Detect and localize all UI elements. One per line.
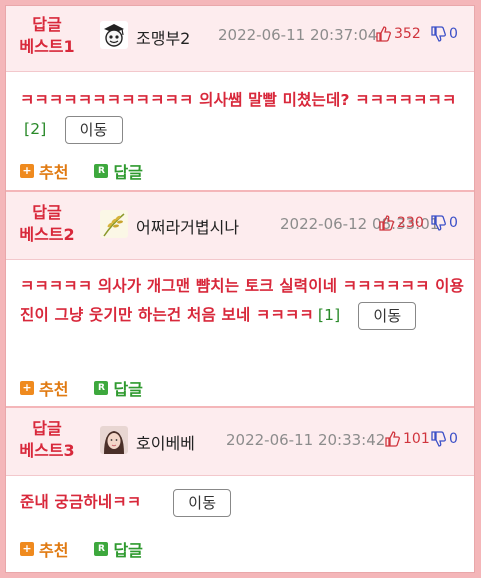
comment-actions: + 추천 R 답글 <box>20 376 143 400</box>
comment-body: ㅋㅋㅋㅋㅋ 의사가 개그맨 뺨치는 토크 실력이네 ㅋㅋㅋㅋㅋㅋ 이용진이 그냥… <box>20 272 470 330</box>
comment-text: ㅋㅋㅋㅋㅋㅋㅋㅋㅋㅋㅋㅋ 의사쌤 말빨 미쳤는데? ㅋㅋㅋㅋㅋㅋㅋ <box>20 91 457 109</box>
comment-actions: + 추천 R 답글 <box>20 159 143 183</box>
plus-icon: + <box>20 381 34 395</box>
author-nickname[interactable]: 조맹부2 <box>136 25 190 49</box>
comment-date: 2022-06-11 20:37:04 <box>218 26 378 44</box>
reply-r-icon: R <box>94 164 109 178</box>
dislike-count[interactable]: 0 <box>430 431 458 447</box>
profile-photo-icon[interactable] <box>100 426 128 454</box>
move-button[interactable]: 이동 <box>358 301 417 330</box>
plus-icon: + <box>20 542 34 556</box>
move-button[interactable]: 이동 <box>173 488 232 517</box>
comment-header: 답글 베스트3 호이베베 2022-06-11 20:33:42 101 0 <box>6 408 474 476</box>
reply-r-icon: R <box>94 542 109 556</box>
reply-count: [1] <box>317 306 341 324</box>
thumbs-up-icon <box>379 215 394 231</box>
dislike-count[interactable]: 0 <box>430 26 458 42</box>
plus-icon: + <box>20 164 34 178</box>
reply-button[interactable]: R 답글 <box>94 159 143 183</box>
reply-button[interactable]: R 답글 <box>94 376 143 400</box>
like-count[interactable]: 352 <box>375 26 421 42</box>
comment-body: ㅋㅋㅋㅋㅋㅋㅋㅋㅋㅋㅋㅋ 의사쌤 말빨 미쳤는데? ㅋㅋㅋㅋㅋㅋㅋ [2] 이동 <box>20 86 470 144</box>
comment-date: 2022-06-11 20:33:42 <box>226 431 386 449</box>
comment-text: 준내 궁금하네ㅋㅋ <box>20 493 142 511</box>
author-nickname[interactable]: 어쩌라거볍시나 <box>136 214 239 238</box>
move-button[interactable]: 이동 <box>64 115 123 144</box>
comment-header: 답글 베스트1 조맹부2 2022-06-11 20:37:04 352 0 <box>6 6 474 72</box>
best-rank-label: 답글 베스트1 <box>19 15 75 56</box>
reply-button[interactable]: R 답글 <box>94 537 143 561</box>
thumbs-down-icon <box>431 215 446 231</box>
recommend-button[interactable]: + 추천 <box>20 376 68 400</box>
rice-plant-icon[interactable] <box>100 210 128 238</box>
comment-body: 준내 궁금하네ㅋㅋ 이동 <box>20 488 470 517</box>
recommend-button[interactable]: + 추천 <box>20 159 68 183</box>
like-count[interactable]: 230 <box>378 215 424 231</box>
thumbs-up-icon <box>385 431 400 447</box>
thumbs-down-icon <box>431 431 446 447</box>
reply-r-icon: R <box>94 381 109 395</box>
thumbs-down-icon <box>431 26 446 42</box>
comment-header: 답글 베스트2 어쩌라거볍시나 2022-06-12 08:33:01 230 … <box>6 192 474 260</box>
thumbs-up-icon <box>376 26 391 42</box>
dislike-count[interactable]: 0 <box>430 215 458 231</box>
author-nickname[interactable]: 호이베베 <box>136 430 195 454</box>
best-rank-label: 답글 베스트3 <box>19 419 75 460</box>
reply-count: [2] <box>24 120 47 138</box>
best-rank-label: 답글 베스트2 <box>19 203 75 244</box>
like-count[interactable]: 101 <box>384 431 430 447</box>
recommend-button[interactable]: + 추천 <box>20 537 68 561</box>
comment-actions: + 추천 R 답글 <box>20 537 143 561</box>
cartoon-face-icon[interactable] <box>100 21 128 49</box>
best-replies-panel: 답글 베스트1 조맹부2 2022-06-11 20:37:04 352 0 ㅋ… <box>5 5 475 573</box>
